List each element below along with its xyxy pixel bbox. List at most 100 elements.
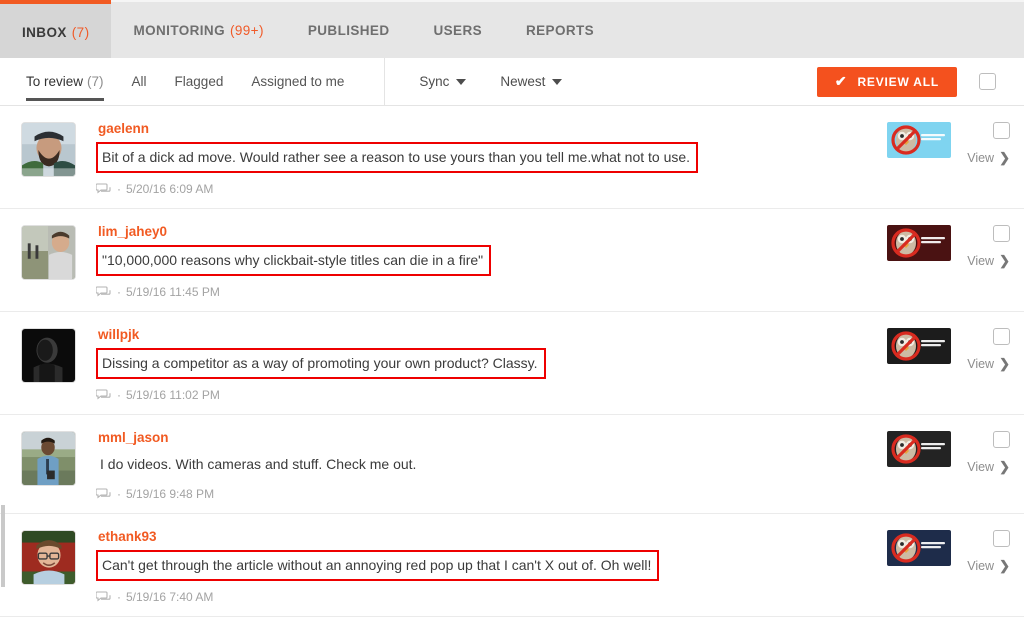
row-action-stack: View ❯ xyxy=(967,431,1010,475)
review-all-button[interactable]: ✔ REVIEW ALL xyxy=(816,66,957,97)
comment-bubble-icon xyxy=(96,590,111,602)
comment-body: gaelenn Bit of a dick ad move. Would rath… xyxy=(96,120,864,196)
view-link-label: View xyxy=(967,460,995,474)
avatar-cell xyxy=(0,120,96,196)
view-link-label: View xyxy=(967,151,995,165)
comment-timestamp: 5/19/16 9:48 PM xyxy=(126,487,215,501)
tab-users[interactable]: USERS xyxy=(411,2,504,58)
view-link[interactable]: View ❯ xyxy=(967,356,1010,372)
view-link[interactable]: View ❯ xyxy=(967,558,1010,574)
filter-flagged-label: Flagged xyxy=(174,74,224,89)
row-checkbox[interactable] xyxy=(993,530,1010,547)
meta-separator: · xyxy=(117,388,121,402)
comment-meta: · 5/19/16 9:48 PM xyxy=(96,487,852,501)
comment-bubble-icon xyxy=(96,285,111,299)
comment-bubble-icon xyxy=(96,182,111,196)
article-thumbnail[interactable] xyxy=(887,225,952,261)
view-link[interactable]: View ❯ xyxy=(967,150,1010,166)
select-all-checkbox[interactable] xyxy=(979,73,996,90)
comment-actions: View ❯ xyxy=(864,326,1024,402)
comment-username[interactable]: mml_jason xyxy=(98,430,169,445)
article-thumbnail[interactable] xyxy=(887,328,952,364)
avatar-cell xyxy=(0,326,96,402)
tab-inbox[interactable]: INBOX (7) xyxy=(0,0,112,58)
comment-meta: · 5/19/16 11:02 PM xyxy=(96,388,852,402)
row-checkbox[interactable] xyxy=(993,225,1010,242)
filter-to-review-label: To review xyxy=(26,74,84,89)
comment-meta: · 5/19/16 11:45 PM xyxy=(96,285,852,299)
chevron-right-icon: ❯ xyxy=(999,150,1010,165)
filter-all-label: All xyxy=(131,74,147,89)
filter-flagged[interactable]: Flagged xyxy=(175,58,224,105)
comment-timestamp: 5/19/16 11:45 PM xyxy=(126,285,220,299)
primary-tab-bar: INBOX (7) MONITORING (99+) PUBLISHED USERS… xyxy=(0,0,1024,58)
avatar[interactable] xyxy=(20,530,76,585)
comment-username[interactable]: willpjk xyxy=(98,327,139,342)
comment-bubble-icon xyxy=(96,487,111,501)
row-checkbox[interactable] xyxy=(993,431,1010,448)
comment-text: Dissing a competitor as a way of promoti… xyxy=(96,348,546,379)
avatar-cell xyxy=(0,429,96,501)
comment-actions: View ❯ xyxy=(864,429,1024,501)
filter-all[interactable]: All xyxy=(132,58,147,105)
avatar[interactable] xyxy=(20,328,76,383)
row-checkbox[interactable] xyxy=(993,122,1010,139)
comment-text: "10,000,000 reasons why clickbait-style … xyxy=(96,245,492,276)
sync-dropdown[interactable]: Sync xyxy=(419,74,467,89)
comment-bubble-icon xyxy=(96,285,111,297)
comment-meta: · 5/20/16 6:09 AM xyxy=(96,182,852,196)
filter-toolbar: To review (7) All Flagged Assigned to me … xyxy=(0,57,1024,106)
avatar-cell xyxy=(0,528,96,604)
comment-body: mml_jason I do videos. With cameras and s… xyxy=(96,429,864,501)
chevron-down-icon xyxy=(552,78,563,85)
comment-text: Bit of a dick ad move. Would rather see … xyxy=(96,142,699,173)
tab-published-label: PUBLISHED xyxy=(307,22,390,38)
view-link[interactable]: View ❯ xyxy=(967,459,1010,475)
sync-dropdown-label: Sync xyxy=(419,74,450,89)
tab-reports[interactable]: REPORTS xyxy=(504,2,616,58)
comment-meta: · 5/19/16 7:40 AM xyxy=(96,590,852,604)
comment-body: willpjk Dissing a competitor as a way of … xyxy=(96,326,864,402)
article-thumbnail[interactable] xyxy=(887,431,952,467)
tab-published[interactable]: PUBLISHED xyxy=(286,2,412,58)
row-checkbox[interactable] xyxy=(993,328,1010,345)
comment-row[interactable]: mml_jason I do videos. With cameras and s… xyxy=(0,415,1024,514)
comment-bubble-icon xyxy=(96,182,111,194)
avatar[interactable] xyxy=(20,431,76,486)
comment-bubble-icon xyxy=(96,590,111,604)
filter-to-review[interactable]: To review (7) xyxy=(26,58,104,105)
comment-actions: View ❯ xyxy=(864,528,1024,604)
comment-username[interactable]: gaelenn xyxy=(98,121,149,136)
meta-separator: · xyxy=(117,285,121,299)
chevron-right-icon: ❯ xyxy=(999,253,1010,268)
tab-inbox-count: (7) xyxy=(71,24,90,40)
comment-bubble-icon xyxy=(96,388,111,400)
comment-bubble-icon xyxy=(96,487,111,499)
meta-separator: · xyxy=(117,590,121,604)
newest-dropdown[interactable]: Newest xyxy=(500,74,563,89)
comment-body: lim_jahey0 "10,000,000 reasons why clickb… xyxy=(96,223,864,299)
comment-row[interactable]: lim_jahey0 "10,000,000 reasons why clickb… xyxy=(0,209,1024,312)
comment-username[interactable]: lim_jahey0 xyxy=(98,224,167,239)
meta-separator: · xyxy=(117,487,121,501)
view-link-label: View xyxy=(967,254,995,268)
row-action-stack: View ❯ xyxy=(967,530,1010,574)
avatar[interactable] xyxy=(20,122,76,177)
comment-timestamp: 5/19/16 7:40 AM xyxy=(126,590,214,604)
avatar[interactable] xyxy=(20,225,76,280)
newest-dropdown-label: Newest xyxy=(500,74,546,89)
article-thumbnail[interactable] xyxy=(887,530,952,566)
article-thumbnail[interactable] xyxy=(887,122,952,158)
comment-row[interactable]: gaelenn Bit of a dick ad move. Would rath… xyxy=(0,106,1024,209)
vertical-scrollbar[interactable] xyxy=(1,505,5,587)
comment-row[interactable]: ethank93 Can't get through the article wi… xyxy=(0,514,1024,617)
filter-assigned-to-me[interactable]: Assigned to me xyxy=(251,58,344,105)
comment-username[interactable]: ethank93 xyxy=(98,529,157,544)
view-link-label: View xyxy=(967,357,995,371)
filter-assigned-to-me-label: Assigned to me xyxy=(251,74,345,89)
row-action-stack: View ❯ xyxy=(967,122,1010,166)
tab-monitoring[interactable]: MONITORING (99+) xyxy=(111,2,285,58)
view-link[interactable]: View ❯ xyxy=(967,253,1010,269)
chevron-right-icon: ❯ xyxy=(999,356,1010,371)
comment-row[interactable]: willpjk Dissing a competitor as a way of … xyxy=(0,312,1024,415)
